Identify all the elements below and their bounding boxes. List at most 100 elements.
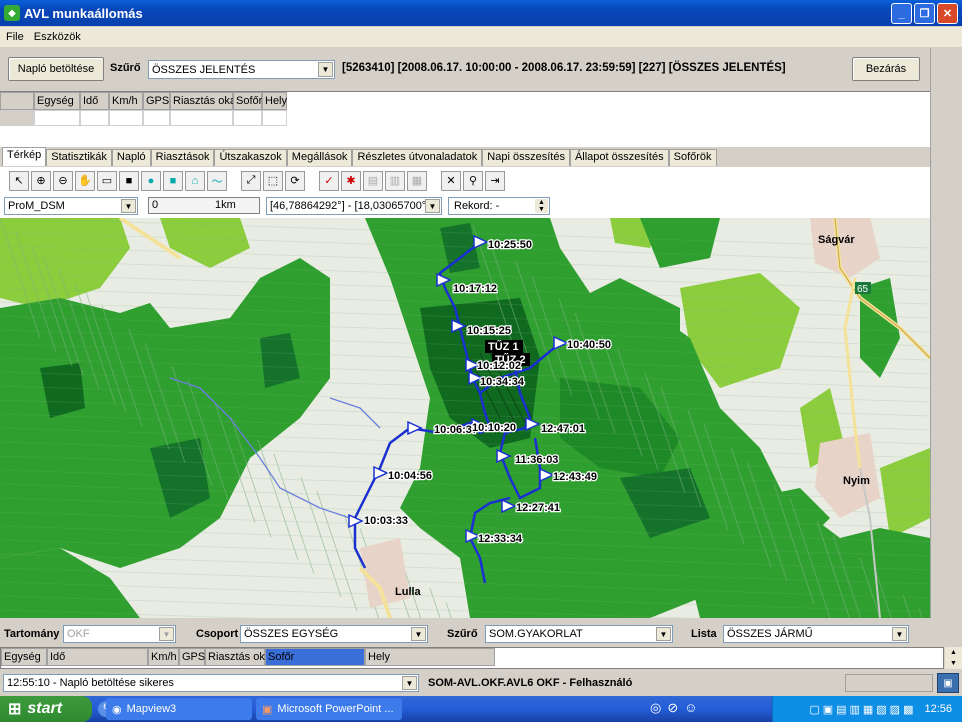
track-time-label: 12:27:41: [516, 502, 560, 514]
column-header[interactable]: Hely: [365, 648, 495, 666]
rectangle-icon[interactable]: ■: [119, 170, 139, 191]
layer-b-icon[interactable]: ▥: [385, 170, 405, 191]
track-time-label: 10:40:50: [567, 339, 611, 351]
vehicle-grid: Egység Idő Km/h GPS Riasztás oka Sofőr Hely: [0, 647, 944, 669]
tab-6[interactable]: Részletes útvonaladatok: [352, 149, 483, 166]
column-header[interactable]: Egység: [1, 648, 47, 666]
task-powerpoint[interactable]: ▣ Microsoft PowerPoint ...: [256, 698, 402, 720]
lower-panel: Tartomány OKF ▼ Csoport ÖSSZES EGYSÉG ▼ Sz…: [0, 618, 962, 696]
clock: 12:56: [924, 703, 952, 715]
menu-file[interactable]: File: [6, 31, 24, 43]
column-header[interactable]: Hely: [262, 92, 287, 110]
zoom-window-icon[interactable]: ⬚: [263, 170, 283, 191]
pointer-icon[interactable]: ↖: [9, 170, 29, 191]
track-time-label: 10:15:25: [467, 325, 511, 337]
tray-icons[interactable]: ▢▣▤▥▦▧▨▩: [809, 703, 916, 716]
powerpoint-icon: ▣: [262, 703, 273, 716]
network-icon[interactable]: ▣: [937, 673, 959, 693]
column-header[interactable]: Egység: [34, 92, 80, 110]
track-time-label: 10:10:20: [472, 422, 516, 434]
circle-icon[interactable]: ●: [141, 170, 161, 191]
record-spinner[interactable]: Rekord: - ▲ ▼: [448, 197, 550, 215]
refresh-icon[interactable]: ⟳: [285, 170, 305, 191]
window-title: AVL munkaállomás: [24, 5, 143, 21]
map-view[interactable]: TŰZ 1 TŰZ 2 10:25:50 10:17:12 10:15:25 10:4…: [0, 218, 930, 618]
tab-1[interactable]: Statisztikák: [46, 149, 112, 166]
column-header[interactable]: Km/h: [148, 648, 179, 666]
map-toolbar: ↖ ⊕ ⊖ ✋ ▭ ■ ● ■ ⌂ 〜 ⤢ ⬚ ⟳ ✓ ✱ ▤ ▥ ▦ ✕ ⚲ …: [0, 167, 930, 194]
tab-2[interactable]: Napló: [111, 149, 151, 166]
alarm-icon[interactable]: ✱: [341, 170, 361, 191]
column-header[interactable]: Idő: [80, 92, 109, 110]
taskbar: ⊞start e ◉Mapview3 ▣Microsoft PowerPoint…: [0, 696, 962, 722]
text-icon[interactable]: ▭: [97, 170, 117, 191]
load-log-button[interactable]: Napló betöltése: [8, 57, 104, 81]
track-time-label: 10:12:02: [477, 360, 521, 372]
svg-text:65: 65: [857, 284, 869, 295]
maximize-button[interactable]: ❐: [914, 3, 935, 24]
close-window-button[interactable]: ✕: [937, 3, 958, 24]
log-info-text: [5263410] [2008.06.17. 10:00:00 - 2008.0…: [342, 62, 786, 74]
tab-0[interactable]: Térkép: [2, 147, 47, 166]
layer-a-icon[interactable]: ▤: [363, 170, 383, 191]
tab-4[interactable]: Útszakaszok: [214, 149, 287, 166]
track-time-label: 12:33:34: [478, 533, 523, 545]
domain-select[interactable]: OKF ▼: [63, 625, 176, 643]
tab-5[interactable]: Megállások: [286, 149, 353, 166]
chevron-down-icon: ▼: [411, 627, 426, 641]
search-binoculars-icon[interactable]: ⚲: [463, 170, 483, 191]
column-header[interactable]: Idő: [47, 648, 148, 666]
export-icon[interactable]: ⇥: [485, 170, 505, 191]
close-button[interactable]: Bezárás: [852, 57, 920, 81]
right-splitter: [930, 48, 962, 618]
bottom-filter-select[interactable]: SOM.GYAKORLAT ▼: [485, 625, 673, 643]
tab-3[interactable]: Riasztások: [150, 149, 215, 166]
track-time-label: 10:03:33: [364, 515, 408, 527]
chevron-down-icon: ▼: [892, 627, 907, 641]
menu-tools[interactable]: Eszközök: [34, 31, 81, 43]
map-info-row: ProM_DSM ▼ 0 1km [46,78864292°] - [18,030…: [0, 194, 930, 218]
column-header[interactable]: Km/h: [109, 92, 143, 110]
start-button[interactable]: ⊞ start: [0, 696, 92, 722]
menu-bar: File Eszközök: [0, 27, 962, 47]
list-select[interactable]: ÖSSZES JÁRMŰ ▼: [723, 625, 909, 643]
task-mapview[interactable]: ◉ Mapview3: [106, 698, 252, 720]
polygon-icon[interactable]: ⌂: [185, 170, 205, 191]
column-header[interactable]: [0, 92, 34, 110]
log-filter-select[interactable]: ÖSSZES JELENTÉS ▼: [148, 60, 335, 79]
square-icon[interactable]: ■: [163, 170, 183, 191]
log-toolbar: Napló betöltése Szűrő ÖSSZES JELENTÉS ▼ […: [0, 48, 930, 90]
minimize-button[interactable]: _: [891, 3, 912, 24]
zoom-in-icon[interactable]: ⊕: [31, 170, 51, 191]
polyline-icon[interactable]: 〜: [207, 170, 227, 191]
bottom-filter-label: Szűrő: [447, 628, 478, 640]
quicklaunch-icons[interactable]: ◎⊘☺: [650, 700, 704, 716]
select-vehicles-icon[interactable]: ✓: [319, 170, 339, 191]
pan-hand-icon[interactable]: ✋: [75, 170, 95, 191]
chevron-down-icon: ▼: [121, 199, 136, 213]
column-header[interactable]: Riasztás oka: [170, 92, 236, 110]
spinner-arrows-icon[interactable]: ▲ ▼: [535, 199, 548, 213]
status-history-select[interactable]: 12:55:10 - Napló betöltése sikeres ▼: [3, 674, 419, 692]
column-header[interactable]: Sofőr: [265, 648, 365, 666]
layer-c-icon[interactable]: ▦: [407, 170, 427, 191]
tab-7[interactable]: Napi összesítés: [482, 149, 570, 166]
column-header[interactable]: Sofőr: [233, 92, 262, 110]
chevron-down-icon: ▼: [425, 199, 440, 213]
scrollbar-arrows-icon[interactable]: ▲ ▼: [945, 647, 962, 669]
zoom-extent-icon[interactable]: ⤢: [241, 170, 261, 191]
track-time-label: 10:34:34: [480, 376, 525, 388]
mapview-icon: ◉: [112, 703, 122, 716]
zoom-out-icon[interactable]: ⊖: [53, 170, 73, 191]
column-header[interactable]: GPS: [143, 92, 170, 110]
list-label: Lista: [691, 628, 717, 640]
tab-8[interactable]: Állapot összesítés: [569, 149, 669, 166]
coordinates-select[interactable]: [46,78864292°] - [18,03065700°] ▼: [266, 197, 442, 215]
layer-select[interactable]: ProM_DSM ▼: [4, 197, 138, 215]
tab-9[interactable]: Sofőrök: [668, 149, 717, 166]
group-select[interactable]: ÖSSZES EGYSÉG ▼: [240, 625, 428, 643]
column-header[interactable]: Riasztás oka: [205, 648, 271, 666]
clear-icon[interactable]: ✕: [441, 170, 461, 191]
chevron-down-icon: ▼: [402, 676, 417, 690]
column-header[interactable]: GPS: [179, 648, 205, 666]
